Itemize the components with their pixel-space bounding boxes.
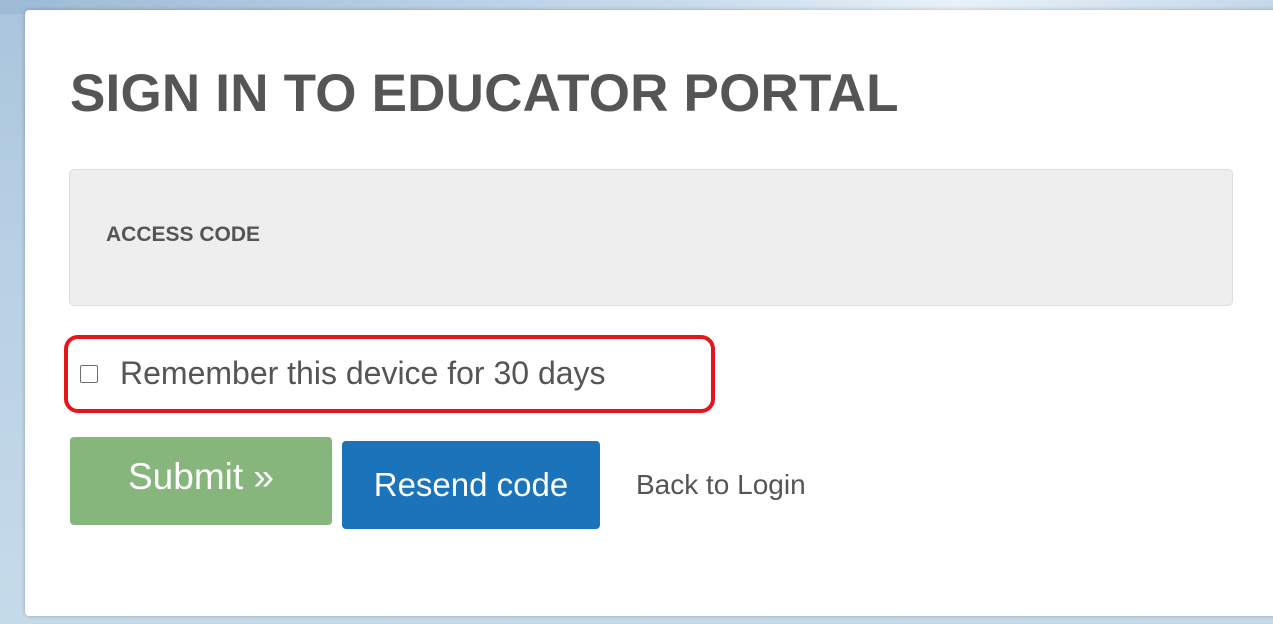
page-title: SIGN IN TO EDUCATOR PORTAL: [70, 64, 899, 123]
access-code-label: ACCESS CODE: [106, 223, 261, 246]
remember-device-checkbox[interactable]: [80, 364, 98, 383]
remember-device-row[interactable]: Remember this device for 30 days: [80, 355, 606, 392]
back-to-login-link[interactable]: Back to Login: [636, 469, 806, 501]
submit-button[interactable]: Submit »: [70, 437, 332, 525]
remember-device-label[interactable]: Remember this device for 30 days: [120, 355, 606, 392]
resend-code-button[interactable]: Resend code: [342, 441, 600, 529]
access-code-panel: ACCESS CODE: [69, 169, 1233, 306]
